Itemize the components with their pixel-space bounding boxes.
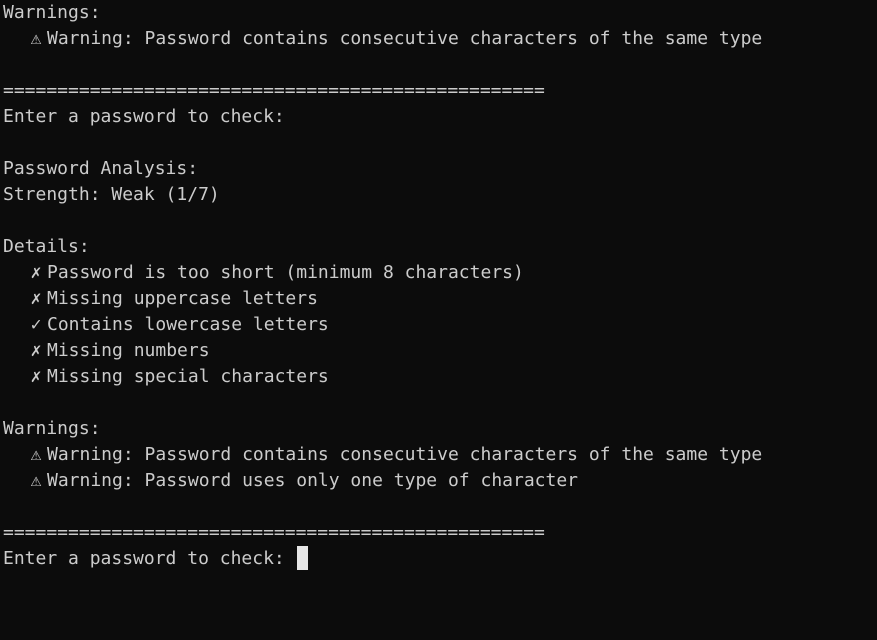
warning-line: ⚠ Warning: Password contains consecutive … [3, 442, 877, 468]
password-prompt: Enter a password to check: [3, 106, 285, 127]
password-prompt: Enter a password to check: [3, 548, 296, 569]
warning-text: Warning: Password uses only one type of … [47, 470, 579, 491]
warning-icon: ⚠ [30, 444, 42, 465]
analysis-title: Password Analysis: [3, 158, 199, 179]
separator-line: ========================================… [3, 522, 545, 543]
active-prompt-line[interactable]: Enter a password to check: [3, 546, 877, 572]
warnings-header: Warnings: [3, 418, 101, 439]
detail-text: Missing special characters [47, 366, 329, 387]
warning-icon: ⚠ [30, 28, 42, 49]
warning-text: Warning: Password contains consecutive c… [47, 28, 763, 49]
strength-line: Strength: Weak (1/7) [3, 184, 220, 205]
terminal-line-warnings-header: Warnings: [3, 2, 101, 23]
terminal-window[interactable]: Warnings: ⚠ Warning: Password contains co… [0, 0, 877, 640]
detail-text: Password is too short (minimum 8 charact… [47, 262, 524, 283]
detail-item: ✗ Missing special characters [3, 364, 877, 390]
check-icon: ✓ [30, 314, 42, 335]
text-cursor[interactable] [296, 546, 308, 570]
detail-item: ✗ Missing numbers [3, 338, 877, 364]
detail-text: Contains lowercase letters [47, 314, 329, 335]
warning-line: ⚠ Warning: Password uses only one type of… [3, 468, 877, 494]
details-header: Details: [3, 236, 90, 257]
detail-item: ✗ Missing uppercase letters [3, 286, 877, 312]
cross-icon: ✗ [30, 366, 42, 387]
warning-icon: ⚠ [30, 470, 42, 491]
detail-text: Missing uppercase letters [47, 288, 318, 309]
detail-item: ✓ Contains lowercase letters [3, 312, 877, 338]
cross-icon: ✗ [30, 288, 42, 309]
cross-icon: ✗ [30, 340, 42, 361]
cross-icon: ✗ [30, 262, 42, 283]
separator-line: ========================================… [3, 80, 545, 101]
detail-text: Missing numbers [47, 340, 210, 361]
detail-item: ✗ Password is too short (minimum 8 charac… [3, 260, 877, 286]
warning-text: Warning: Password contains consecutive c… [47, 444, 763, 465]
warning-line: ⚠ Warning: Password contains consecutive … [3, 26, 877, 52]
